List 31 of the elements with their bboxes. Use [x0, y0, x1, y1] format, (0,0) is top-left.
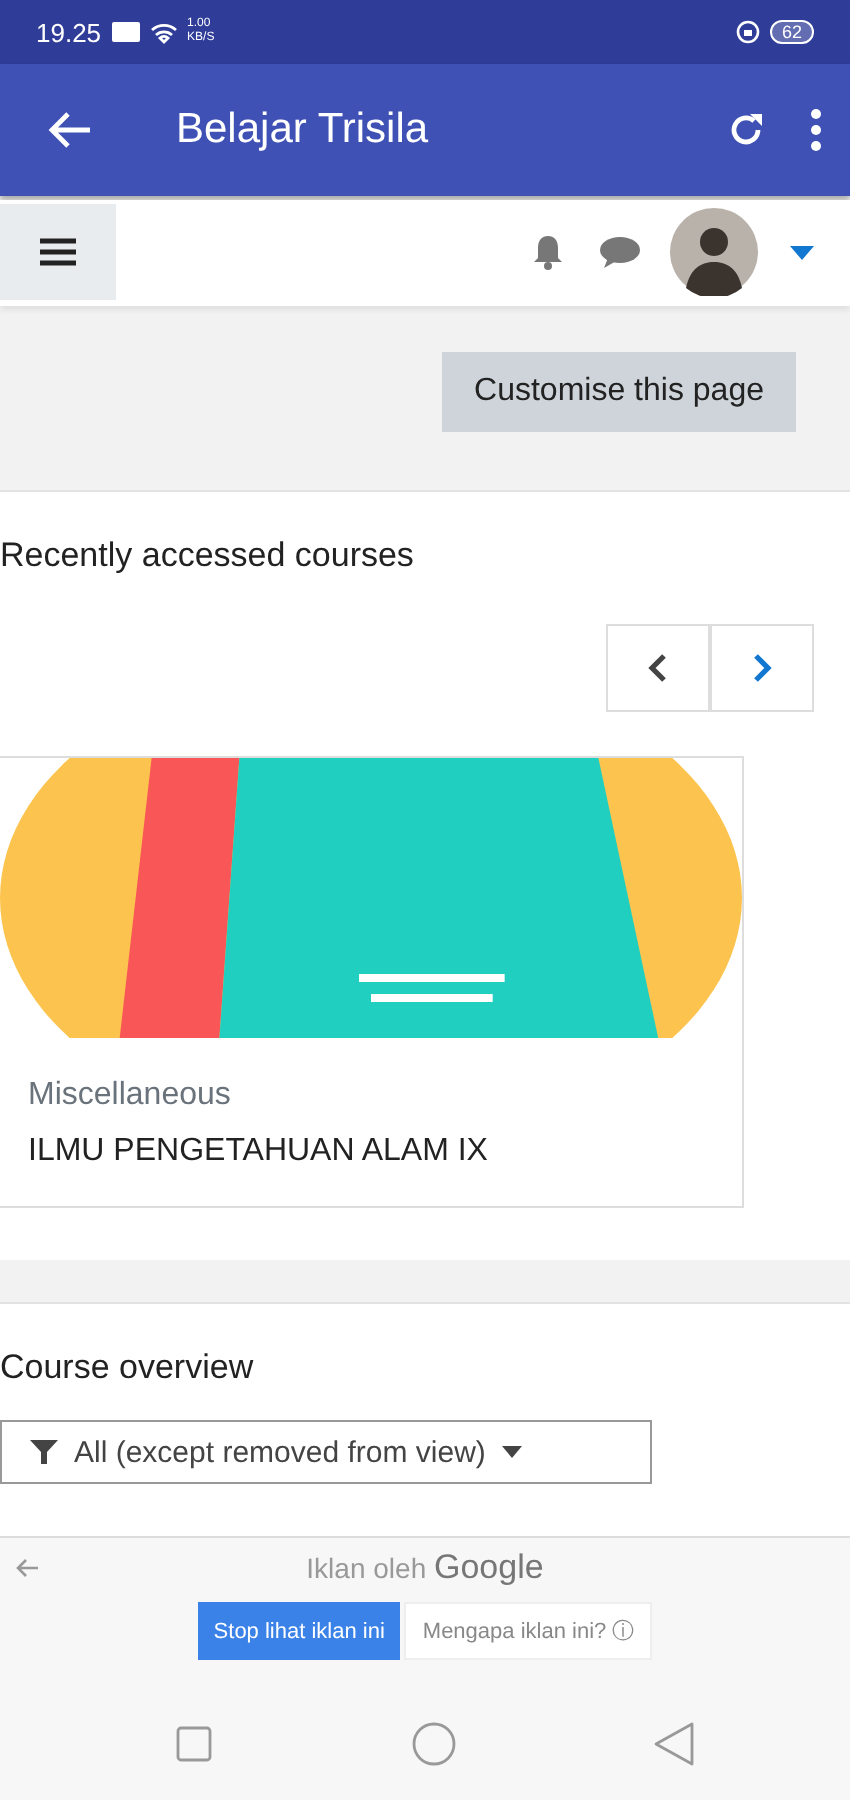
notification-bell-icon[interactable]	[530, 234, 566, 271]
course-name: ILMU PENGETAHUAN ALAM IX	[28, 1133, 490, 1170]
course-category: Miscellaneous	[28, 1077, 233, 1114]
ad-label: Iklan oleh Google	[306, 1548, 544, 1588]
more-menu-icon[interactable]	[810, 108, 822, 152]
battery-indicator: 62	[769, 20, 814, 44]
home-circle-icon[interactable]	[411, 1721, 455, 1765]
dropdown-caret-icon	[501, 1446, 522, 1458]
filter-icon	[30, 1440, 58, 1464]
wifi-icon	[149, 21, 178, 43]
why-ad-button[interactable]: Mengapa iklan ini? ⓘ	[404, 1602, 653, 1660]
stop-ad-button[interactable]: Stop lihat iklan ini	[197, 1602, 401, 1660]
chevron-left-icon	[648, 653, 668, 682]
menu-icon	[40, 238, 76, 267]
app-title: Belajar Trisila	[176, 106, 429, 154]
menu-button[interactable]	[0, 204, 116, 301]
course-card[interactable]: Miscellaneous ILMU PENGETAHUAN ALAM IX	[0, 755, 744, 1208]
refresh-icon[interactable]	[726, 110, 766, 150]
recents-square-icon[interactable]	[176, 1725, 212, 1761]
section-title: Course overview	[0, 1348, 256, 1388]
mail-icon	[111, 22, 140, 42]
rotation-lock-icon	[735, 20, 760, 44]
user-avatar[interactable]	[670, 208, 758, 297]
back-triangle-icon[interactable]	[654, 1721, 694, 1765]
dropdown-caret-icon[interactable]	[790, 245, 814, 260]
chevron-right-icon	[752, 653, 772, 682]
chat-bubble-icon[interactable]	[598, 234, 642, 271]
section-title: Recently accessed courses	[0, 535, 416, 576]
filter-dropdown[interactable]: All (except removed from view)	[0, 1420, 652, 1484]
customise-page-button[interactable]: Customise this page	[442, 351, 796, 432]
status-time: 19.25	[36, 17, 102, 47]
